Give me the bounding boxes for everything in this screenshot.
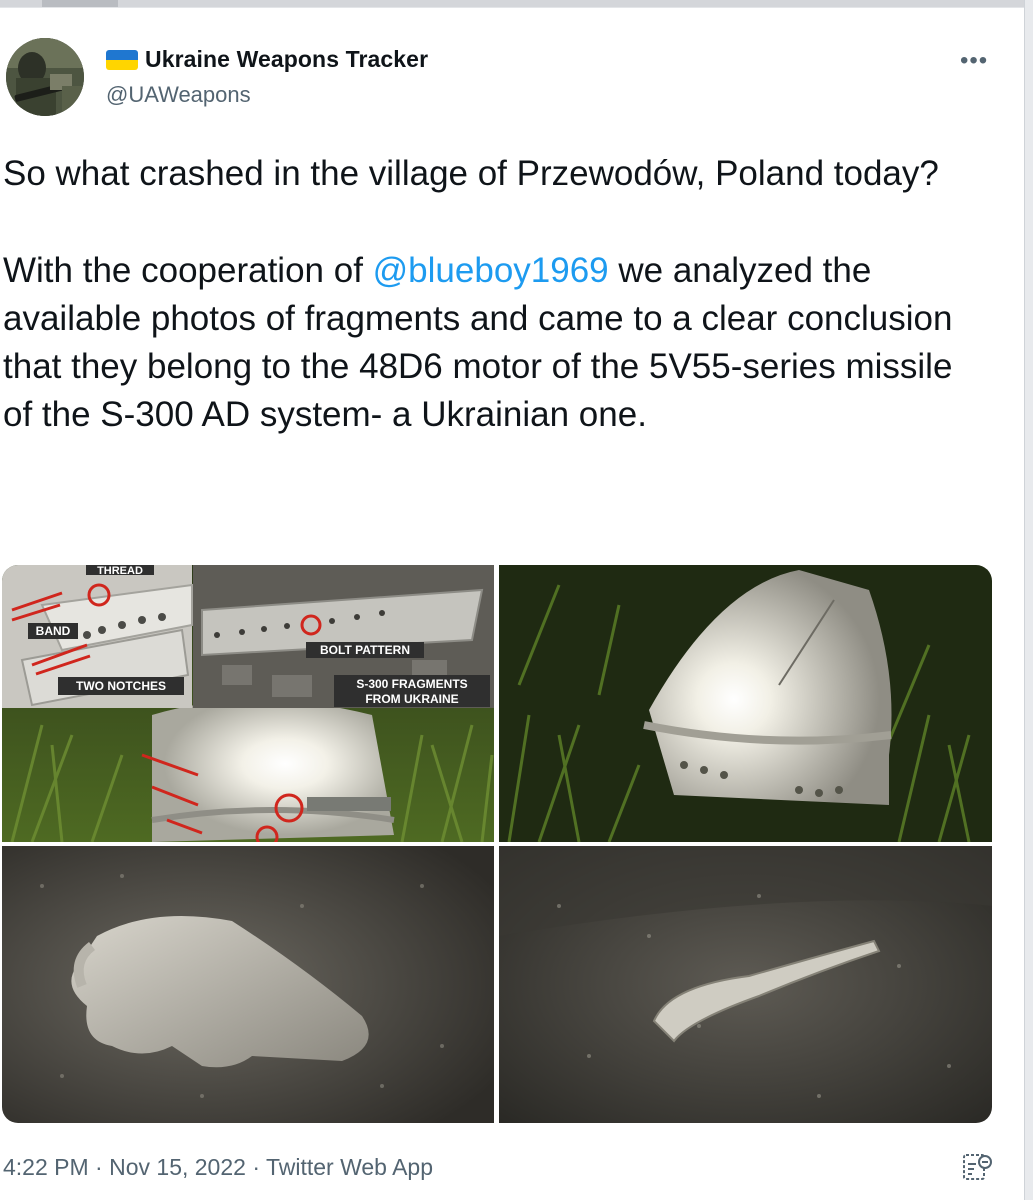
browser-top-strip [0, 0, 1033, 7]
author-display-name[interactable]: Ukraine Weapons Tracker [145, 46, 428, 73]
author-name-row[interactable]: Ukraine Weapons Tracker [106, 46, 428, 73]
top-divider [0, 7, 1033, 8]
photo-2[interactable] [499, 565, 992, 842]
author-handle[interactable]: @UAWeapons [106, 82, 251, 108]
ukraine-flag-icon [106, 49, 138, 70]
label-fragments-line1: S-300 FRAGMENTS [356, 677, 467, 691]
tweet-paragraph-1: So what crashed in the village of Przewo… [3, 154, 939, 193]
label-thread: THREAD [97, 565, 143, 577]
photo-4[interactable] [499, 846, 992, 1123]
label-band: BAND [36, 624, 71, 638]
analytics-icon[interactable] [961, 1152, 993, 1184]
more-options-icon[interactable]: ••• [960, 47, 988, 75]
meta-separator: · [88, 1154, 110, 1180]
tweet-text-segment: With the cooperation of [3, 251, 373, 290]
mention-link[interactable]: @blueboy1969 [373, 251, 609, 290]
tweet-text: So what crashed in the village of Przewo… [3, 150, 988, 439]
tweet-paragraph-2: With the cooperation of @blueboy1969 we … [3, 247, 988, 439]
tweet-time[interactable]: 4:22 PM [3, 1154, 89, 1180]
photo-3[interactable] [2, 846, 494, 1123]
tweet-date[interactable]: Nov 15, 2022 [109, 1154, 246, 1180]
avatar-image [6, 38, 84, 116]
label-fragments-line2: FROM UKRAINE [365, 692, 458, 706]
media-grid: THREAD BAND TWO NOTCHES BOLT PATTERN S-3… [2, 565, 992, 1123]
tweet-timestamp: 4:22 PM · Nov 15, 2022 · Twitter Web App [3, 1154, 433, 1181]
browser-tab-fragment [42, 0, 118, 7]
tweet-source: Twitter Web App [265, 1154, 434, 1180]
label-bolt-pattern: BOLT PATTERN [320, 643, 410, 657]
avatar[interactable] [6, 38, 84, 116]
label-two-notches: TWO NOTCHES [76, 679, 166, 693]
photo-1[interactable]: THREAD BAND TWO NOTCHES BOLT PATTERN S-3… [2, 565, 494, 842]
meta-separator: · [245, 1154, 266, 1180]
scrollbar-track[interactable] [1025, 0, 1033, 1200]
